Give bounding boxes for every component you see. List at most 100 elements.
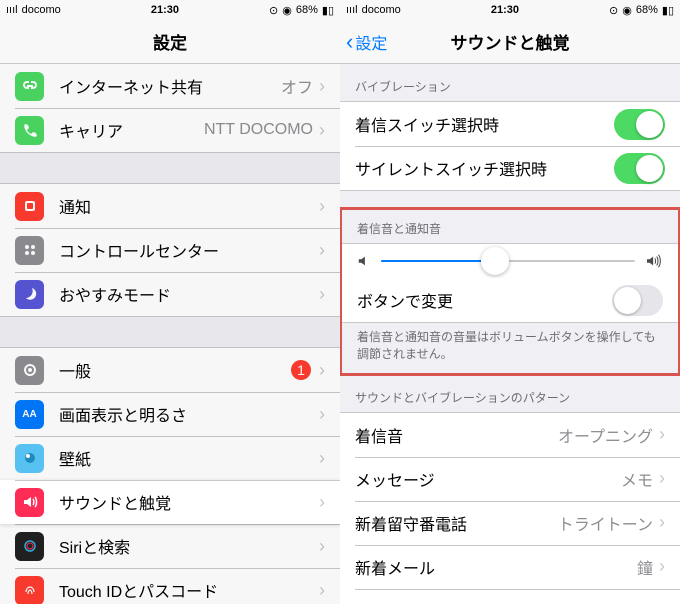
- display-icon: AA: [15, 400, 44, 429]
- chevron-right-icon: ›: [319, 120, 325, 141]
- row-touchid[interactable]: Touch IDとパスコード ›: [0, 568, 340, 604]
- battery-pct: 68%: [636, 4, 658, 16]
- chevron-right-icon: ›: [319, 404, 325, 425]
- value: スウォッシュ: [557, 599, 653, 604]
- battery-icon: ▮▯: [662, 4, 674, 17]
- label: サウンドと触覚: [59, 490, 319, 514]
- label: コントロールセンター: [59, 238, 319, 262]
- pattern-header: サウンドとバイブレーションのパターン: [340, 375, 680, 412]
- lock-icon: ◉: [622, 4, 632, 17]
- navbar: 設定: [0, 20, 340, 64]
- siri-icon: [15, 532, 44, 561]
- volume-slider[interactable]: [381, 260, 635, 262]
- label: 画面表示と明るさ: [59, 402, 319, 426]
- row-wallpaper[interactable]: 壁紙 ›: [0, 436, 340, 480]
- label: ボタンで変更: [357, 288, 612, 312]
- chevron-right-icon: ›: [319, 196, 325, 217]
- alarm-icon: ⊙: [609, 4, 618, 17]
- hotspot-icon: [15, 72, 44, 101]
- label: インターネット共有: [59, 74, 281, 98]
- battery-pct: 68%: [296, 4, 318, 16]
- chevron-right-icon: ›: [319, 536, 325, 557]
- row-text-tone[interactable]: メッセージ メモ ›: [340, 457, 680, 501]
- badge: 1: [291, 360, 311, 380]
- label: 壁紙: [59, 446, 319, 470]
- fingerprint-icon: [15, 576, 44, 604]
- row-display[interactable]: AA 画面表示と明るさ ›: [0, 392, 340, 436]
- row-sounds[interactable]: サウンドと触覚 ›: [0, 480, 340, 524]
- back-label: 設定: [355, 30, 387, 54]
- settings-root-screen: ıııl docomo 21:30 ⊙ ◉ 68% ▮▯ 設定 インターネット共…: [0, 0, 340, 604]
- value: メモ: [621, 467, 653, 491]
- control-center-icon: [15, 236, 44, 265]
- chevron-left-icon: ‹: [346, 29, 353, 55]
- page-title: 設定: [153, 29, 187, 54]
- toggle-vibrate-ring[interactable]: [614, 109, 665, 140]
- row-personal-hotspot[interactable]: インターネット共有 オフ ›: [0, 64, 340, 108]
- label: メール送信: [355, 599, 557, 604]
- label: 通知: [59, 194, 319, 218]
- alarm-icon: ⊙: [269, 4, 278, 17]
- status-bar: ıııl docomo 21:30 ⊙ ◉ 68% ▮▯: [340, 0, 680, 20]
- chevron-right-icon: ›: [659, 468, 665, 489]
- moon-icon: [15, 280, 44, 309]
- label: Siriと検索: [59, 534, 319, 558]
- chevron-right-icon: ›: [659, 424, 665, 445]
- row-control-center[interactable]: コントロールセンター ›: [0, 228, 340, 272]
- label: Touch IDとパスコード: [59, 578, 319, 602]
- row-voicemail[interactable]: 新着留守番電話 トライトーン ›: [340, 501, 680, 545]
- ringer-volume-row: [342, 244, 678, 278]
- row-siri[interactable]: Siriと検索 ›: [0, 524, 340, 568]
- chevron-right-icon: ›: [319, 448, 325, 469]
- row-sent-mail[interactable]: メール送信 スウォッシュ ›: [340, 589, 680, 604]
- chevron-right-icon: ›: [659, 600, 665, 604]
- gear-icon: [15, 356, 44, 385]
- row-vibrate-ring[interactable]: 着信スイッチ選択時: [340, 102, 680, 146]
- value: NTT DOCOMO: [204, 121, 313, 139]
- status-bar: ıııl docomo 21:30 ⊙ ◉ 68% ▮▯: [0, 0, 340, 20]
- label: メッセージ: [355, 467, 621, 491]
- carrier-name: docomo: [22, 4, 61, 16]
- row-notifications[interactable]: 通知 ›: [0, 184, 340, 228]
- navbar: ‹ 設定 サウンドと触覚: [340, 20, 680, 64]
- chevron-right-icon: ›: [659, 512, 665, 533]
- page-title: サウンドと触覚: [451, 29, 570, 54]
- signal-icon: ıııl: [6, 4, 18, 16]
- toggle-change-with-buttons[interactable]: [612, 285, 663, 316]
- row-change-with-buttons[interactable]: ボタンで変更: [342, 278, 678, 322]
- row-new-mail[interactable]: 新着メール 鐘 ›: [340, 545, 680, 589]
- value: オープニング: [558, 423, 653, 447]
- chevron-right-icon: ›: [319, 284, 325, 305]
- battery-icon: ▮▯: [322, 4, 334, 17]
- label: サイレントスイッチ選択時: [355, 156, 614, 180]
- volume-low-icon: [357, 254, 371, 268]
- label: 新着メール: [355, 555, 637, 579]
- chevron-right-icon: ›: [319, 580, 325, 601]
- value: オフ: [281, 74, 313, 98]
- chevron-right-icon: ›: [319, 76, 325, 97]
- speaker-icon: [15, 488, 44, 517]
- label: 着信音: [355, 423, 558, 447]
- row-general[interactable]: 一般 1 ›: [0, 348, 340, 392]
- clock: 21:30: [491, 4, 519, 16]
- label: 新着留守番電話: [355, 511, 558, 535]
- toggle-vibrate-silent[interactable]: [614, 153, 665, 184]
- value: 鐘: [637, 555, 653, 579]
- ringer-header: 着信音と通知音: [342, 210, 678, 243]
- volume-high-icon: [645, 254, 663, 268]
- sounds-screen: ıııl docomo 21:30 ⊙ ◉ 68% ▮▯ ‹ 設定 サウンドと触…: [340, 0, 680, 604]
- back-button[interactable]: ‹ 設定: [346, 29, 387, 55]
- label: 着信スイッチ選択時: [355, 112, 614, 136]
- row-vibrate-silent[interactable]: サイレントスイッチ選択時: [340, 146, 680, 190]
- row-carrier[interactable]: キャリア NTT DOCOMO ›: [0, 108, 340, 152]
- signal-icon: ıııl: [346, 4, 358, 16]
- row-ringtone[interactable]: 着信音 オープニング ›: [340, 413, 680, 457]
- phone-icon: [15, 116, 44, 145]
- label: おやすみモード: [59, 282, 319, 306]
- row-do-not-disturb[interactable]: おやすみモード ›: [0, 272, 340, 316]
- vibration-header: バイブレーション: [340, 64, 680, 101]
- label: キャリア: [59, 118, 204, 142]
- value: トライトーン: [558, 511, 653, 535]
- notification-icon: [15, 192, 44, 221]
- clock: 21:30: [151, 4, 179, 16]
